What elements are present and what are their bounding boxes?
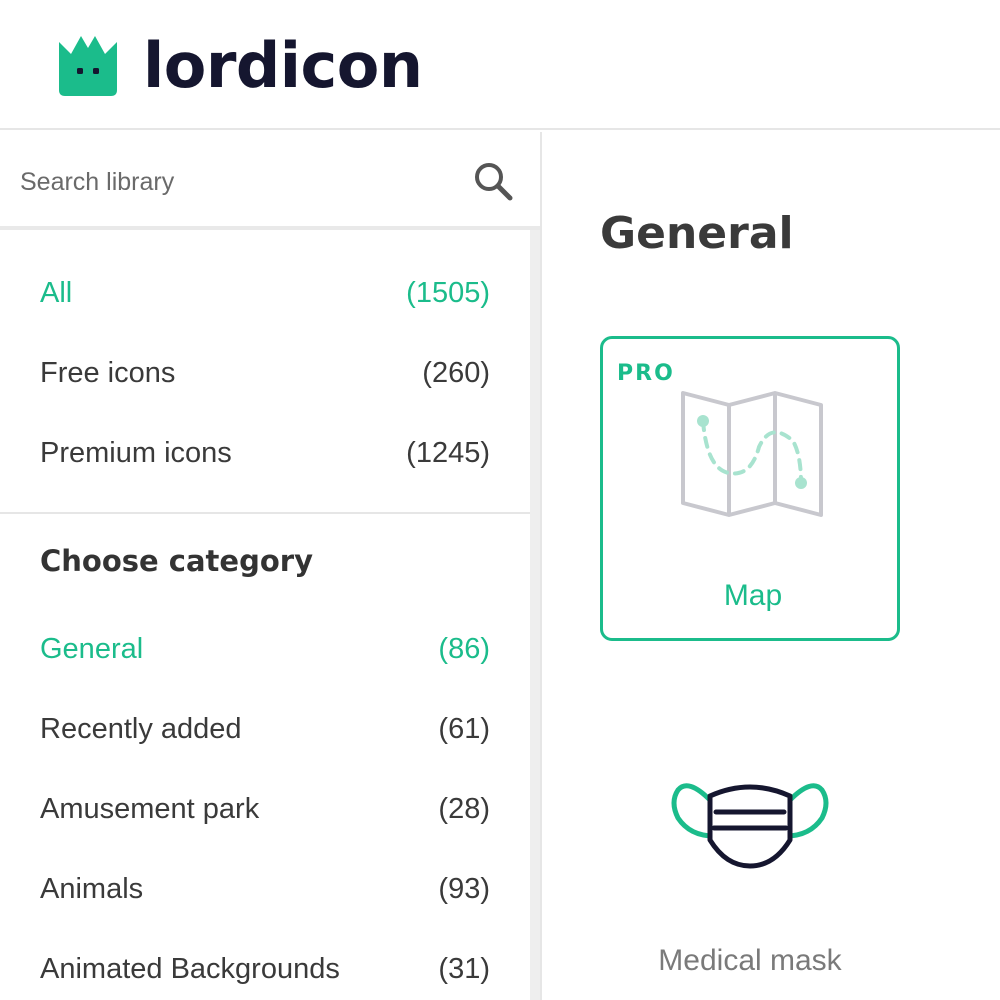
category-label: Amusement park — [40, 792, 260, 825]
map-icon — [681, 391, 823, 517]
crown-logo-icon — [59, 36, 117, 96]
category-item-general[interactable]: General (86) — [40, 629, 490, 669]
search-bar — [0, 132, 540, 230]
header: lordicon — [0, 0, 1000, 130]
icon-card-label: Medical mask — [658, 944, 842, 977]
filter-label: All — [40, 276, 73, 309]
category-label: Animated Backgrounds — [40, 952, 340, 985]
page-title: General — [600, 208, 794, 259]
section-divider — [0, 512, 530, 514]
pro-badge: PRO — [617, 361, 675, 386]
icon-card-map[interactable]: PRO Map — [600, 336, 900, 641]
filter-item-premium-icons[interactable]: Premium icons (1245) — [40, 433, 490, 473]
logo[interactable]: lordicon — [55, 34, 423, 98]
category-item-animals[interactable]: Animals (93) — [40, 869, 490, 909]
category-count: (31) — [438, 952, 490, 985]
filter-label: Free icons — [40, 356, 176, 389]
search-input[interactable] — [20, 162, 450, 202]
category-item-animated-backgrounds[interactable]: Animated Backgrounds (31) — [40, 949, 490, 989]
brand-name: lordicon — [143, 29, 423, 102]
filter-item-all[interactable]: All (1505) — [40, 273, 490, 313]
sidebar: All (1505) Free icons (260) Premium icon… — [0, 132, 540, 1000]
category-section-title: Choose category — [40, 544, 313, 578]
category-label: General — [40, 632, 144, 665]
sidebar-divider — [540, 132, 542, 1000]
category-count: (28) — [438, 792, 490, 825]
category-label: Animals — [40, 872, 144, 905]
category-item-amusement-park[interactable]: Amusement park (28) — [40, 789, 490, 829]
filter-count: (260) — [422, 356, 490, 389]
filter-count: (1505) — [406, 276, 490, 309]
category-count: (86) — [438, 632, 490, 665]
filter-label: Premium icons — [40, 436, 232, 469]
filter-item-free-icons[interactable]: Free icons (260) — [40, 353, 490, 393]
icon-card-medical-mask[interactable]: Medical mask — [600, 660, 900, 1000]
category-count: (93) — [438, 872, 490, 905]
medical-mask-icon — [671, 783, 829, 869]
category-item-recently-added[interactable]: Recently added (61) — [40, 709, 490, 749]
category-label: Recently added — [40, 712, 242, 745]
sidebar-scrollbar[interactable] — [530, 230, 540, 1000]
filter-count: (1245) — [406, 436, 490, 469]
search-icon[interactable] — [472, 160, 516, 204]
category-count: (61) — [438, 712, 490, 745]
icon-card-label: Map — [723, 579, 783, 612]
